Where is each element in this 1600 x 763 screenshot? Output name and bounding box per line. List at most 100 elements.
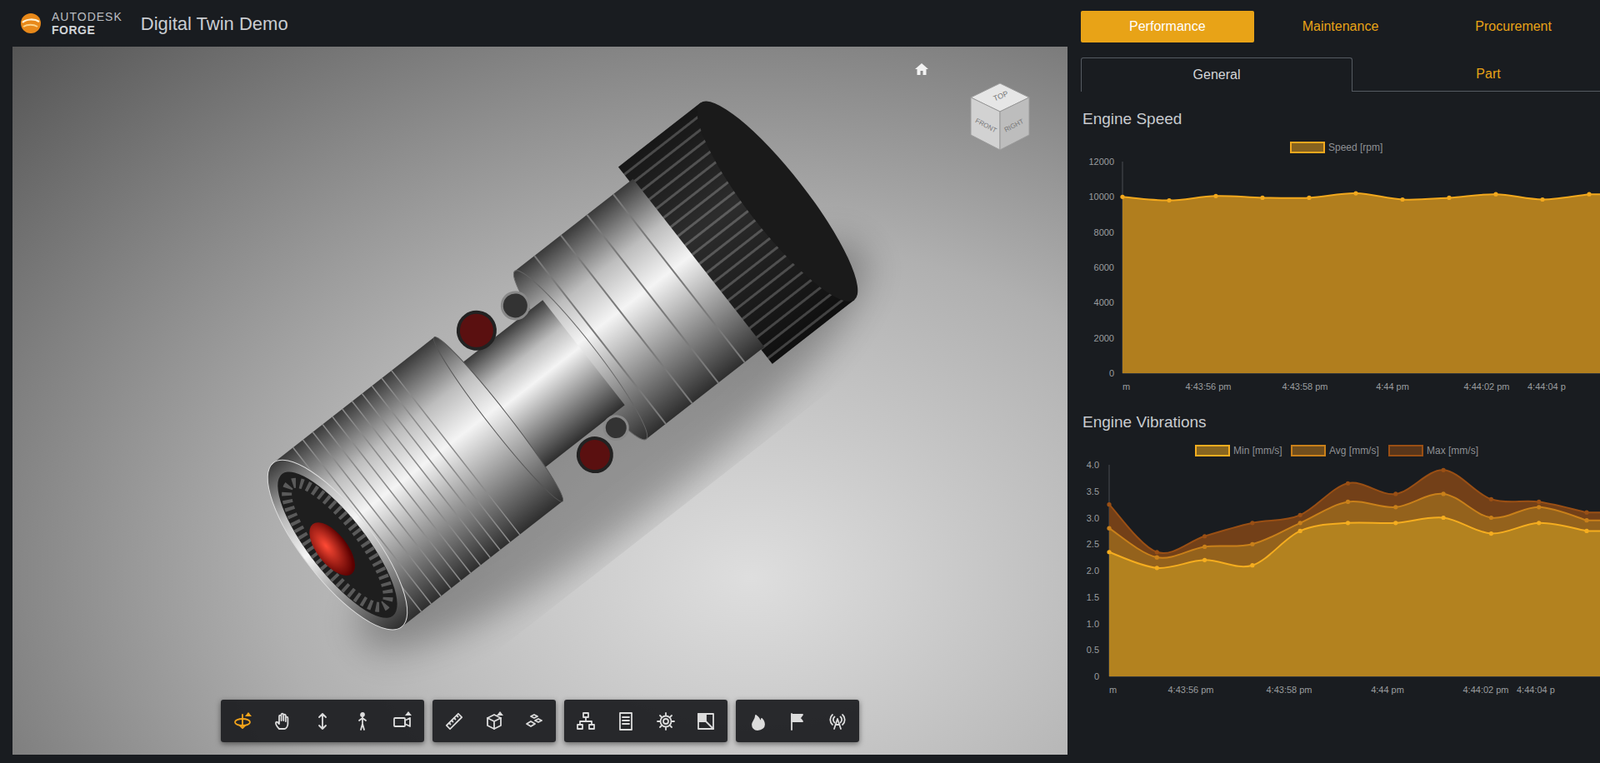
data-point[interactable] [1202,545,1207,550]
data-point[interactable] [1584,518,1589,523]
toolbar-button[interactable] [342,701,383,741]
data-point[interactable] [1298,520,1303,525]
data-point[interactable] [1250,542,1255,547]
toolbar-button[interactable] [565,701,606,741]
explode-icon [524,711,545,732]
home-icon[interactable] [914,61,930,77]
data-point[interactable] [1584,529,1589,534]
model-tree-icon [575,711,596,732]
legend-label[interactable]: Speed [rpm] [1328,141,1383,154]
viewcube[interactable]: TOP FRONT RIGHT [965,80,1035,155]
data-point[interactable] [1306,195,1311,200]
data-point[interactable] [1446,195,1451,200]
charts: Engine Speed120001000080006000400020000S… [1080,108,1600,700]
toolbar-button[interactable] [302,701,343,741]
data-point[interactable] [1489,497,1494,502]
data-point[interactable] [1155,565,1160,570]
data-point[interactable] [1155,550,1160,555]
data-point[interactable] [1586,192,1591,197]
data-point[interactable] [1345,481,1350,486]
subtab-bar: GeneralPart [1080,57,1600,92]
data-point[interactable] [1441,491,1446,496]
data-point[interactable] [1540,197,1545,202]
data-point[interactable] [1353,191,1358,196]
data-point[interactable] [1441,515,1446,520]
toolbar-button[interactable] [777,701,818,741]
data-point[interactable] [1250,563,1255,568]
legend-label[interactable]: Avg [mm/s] [1329,445,1380,457]
y-tick-label: 0 [1109,368,1115,379]
data-point[interactable] [1393,505,1398,510]
data-point[interactable] [1489,531,1494,536]
subtab[interactable]: Part [1352,57,1600,92]
viewcube-front[interactable]: FRONT [974,116,999,135]
series-line [1122,193,1600,201]
legend-label[interactable]: Min [mm/s] [1233,445,1283,457]
data-point[interactable] [1400,197,1405,202]
data-point[interactable] [1489,515,1494,520]
engine-model-icon[interactable] [12,46,1068,755]
data-point[interactable] [1213,194,1218,199]
viewer[interactable]: TOP FRONT RIGHT [12,46,1068,755]
tab[interactable]: Performance [1080,10,1255,43]
zoom-icon [312,711,333,732]
data-point[interactable] [1260,195,1265,200]
data-point[interactable] [1393,520,1398,525]
toolbar-group [564,700,728,743]
toolbar-button[interactable] [382,701,423,741]
data-point[interactable] [1106,550,1111,555]
data-point[interactable] [1536,505,1541,510]
data-point[interactable] [1298,513,1303,518]
viewcube-right[interactable]: RIGHT [1003,117,1025,135]
app-title: Digital Twin Demo [140,10,289,38]
flag-icon [787,711,808,732]
data-point[interactable] [1584,510,1589,515]
data-point[interactable] [1536,500,1541,505]
viewcube-top[interactable]: TOP [991,89,1010,103]
toolbar-button[interactable] [605,701,646,741]
data-point[interactable] [1345,500,1350,505]
toolbar-button[interactable] [737,701,778,741]
toolbar-button[interactable] [434,701,475,741]
tab[interactable]: Procurement [1426,10,1600,43]
legend-swatch[interactable] [1195,445,1230,456]
toolbar-button[interactable] [474,701,515,741]
toolbar-button[interactable] [685,701,726,741]
data-point[interactable] [1345,520,1350,525]
chart-plot: 120001000080006000400020000Speed [rpm]m4… [1080,137,1600,396]
data-point[interactable] [1202,558,1207,563]
legend-swatch[interactable] [1389,445,1423,456]
data-point[interactable] [1120,195,1125,200]
properties-icon [615,711,636,732]
data-point[interactable] [1393,491,1398,496]
toolbar-group [432,700,556,743]
legend-label[interactable]: Max [mm/s] [1426,445,1479,457]
x-tick-label: 4:43:58 pm [1281,381,1328,392]
data-point[interactable] [1536,520,1541,525]
toolbar-button[interactable] [645,701,686,741]
data-point[interactable] [1493,192,1498,197]
data-point[interactable] [1250,520,1255,525]
data-point[interactable] [1298,529,1303,534]
toolbar-button[interactable] [222,701,263,741]
toolbar-button[interactable] [817,701,858,741]
legend-swatch[interactable] [1291,445,1325,456]
data-point[interactable] [1106,502,1111,507]
data-point[interactable] [1202,534,1207,539]
orbit-icon [232,711,253,732]
subtab[interactable]: General [1080,57,1353,92]
toolbar-button[interactable] [262,701,303,741]
legend-swatch[interactable] [1290,142,1325,153]
data-point[interactable] [1166,198,1171,203]
data-point[interactable] [1106,526,1111,531]
data-point[interactable] [1155,555,1160,560]
tab[interactable]: Maintenance [1254,10,1428,43]
header: AUTODESK FORGE Digital Twin Demo [12,0,1068,47]
toolbar-button[interactable] [514,701,555,741]
y-tick-label: 4000 [1094,297,1115,308]
y-tick-label: 6000 [1094,262,1115,273]
data-point[interactable] [1441,468,1446,473]
y-tick-label: 3.0 [1086,513,1100,524]
fullscreen-icon [695,711,716,732]
toolbar-group [735,700,860,743]
